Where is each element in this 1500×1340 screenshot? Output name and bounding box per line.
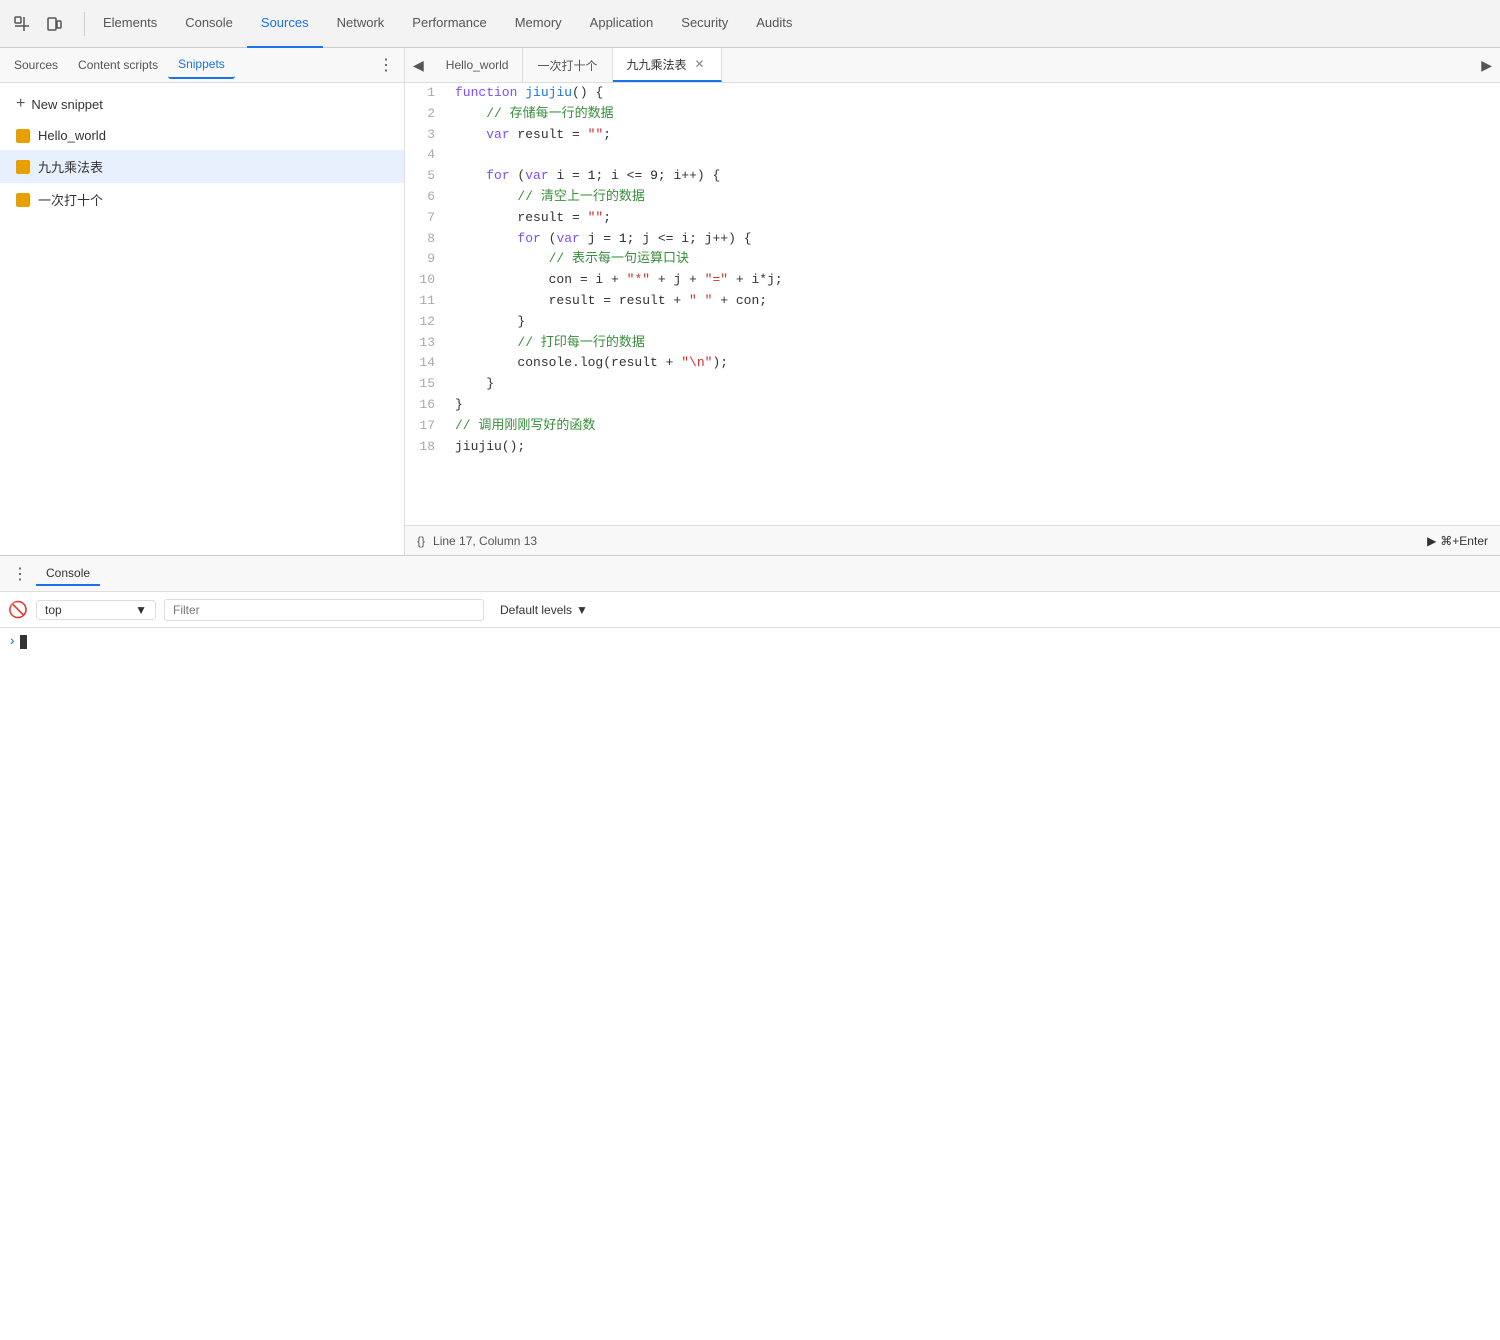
tab-console[interactable]: Console xyxy=(171,0,247,48)
table-row: 5 for (var i = 1; i <= 9; i++) { xyxy=(405,166,1500,187)
left-tab-sources[interactable]: Sources xyxy=(4,52,68,78)
new-snippet-plus-icon: + xyxy=(16,95,25,113)
console-more-button[interactable]: ⋮ xyxy=(8,562,32,586)
snippet-list: + New snippet Hello_world 九九乘法表 一次打十个 xyxy=(0,83,404,555)
editor-tab-close-button[interactable]: ✕ xyxy=(693,57,707,71)
tab-security[interactable]: Security xyxy=(667,0,742,48)
console-clear-button[interactable]: 🚫 xyxy=(8,600,28,620)
code-editor-content[interactable]: 1 function jiujiu() { 2 // 存储每一行的数据 3 va… xyxy=(405,83,1500,525)
console-prompt-line: › xyxy=(8,634,1492,650)
table-row: 7 result = ""; xyxy=(405,208,1500,229)
toolbar-icon-group xyxy=(8,10,68,38)
editor-tab-hello-world[interactable]: Hello_world xyxy=(432,48,524,82)
snippet-item-yici[interactable]: 一次打十个 xyxy=(0,183,404,216)
toolbar-divider xyxy=(84,12,85,36)
tab-performance[interactable]: Performance xyxy=(398,0,500,48)
table-row: 10 con = i + "*" + j + "=" + i*j; xyxy=(405,270,1500,291)
snippet-name: Hello_world xyxy=(38,128,106,143)
console-context-select[interactable]: top ▼ xyxy=(36,600,156,620)
editor-tab-jiujiu[interactable]: 九九乘法表 ✕ xyxy=(613,48,722,82)
run-shortcut: ⌘+Enter xyxy=(1440,534,1488,548)
console-level-value: Default levels xyxy=(500,603,572,617)
table-row: 17 // 调用刚刚写好的函数 xyxy=(405,416,1500,437)
tab-network[interactable]: Network xyxy=(323,0,399,48)
table-row: 1 function jiujiu() { xyxy=(405,83,1500,104)
new-snippet-button[interactable]: + New snippet xyxy=(0,87,404,121)
devtools-main: Sources Content scripts Snippets ⋮ + New… xyxy=(0,48,1500,555)
console-toolbar: 🚫 top ▼ Default levels ▼ xyxy=(0,592,1500,628)
console-tab-label[interactable]: Console xyxy=(36,562,100,586)
snippet-item-jiujiu[interactable]: 九九乘法表 xyxy=(0,150,404,183)
table-row: 16 } xyxy=(405,395,1500,416)
console-context-value: top xyxy=(45,603,62,617)
left-panel: Sources Content scripts Snippets ⋮ + New… xyxy=(0,48,405,555)
tab-application[interactable]: Application xyxy=(576,0,668,48)
table-row: 11 result = result + " " + con; xyxy=(405,291,1500,312)
editor-tab-label: 九九乘法表 xyxy=(627,56,687,73)
console-cursor xyxy=(20,635,27,649)
left-tab-snippets[interactable]: Snippets xyxy=(168,51,235,79)
console-prompt-arrow: › xyxy=(8,634,16,650)
table-row: 3 var result = ""; xyxy=(405,125,1500,146)
inspect-element-button[interactable] xyxy=(8,10,36,38)
snippet-name: 九九乘法表 xyxy=(38,157,103,176)
cursor-position: Line 17, Column 13 xyxy=(433,534,537,548)
run-snippet-button[interactable]: ▶ ⌘+Enter xyxy=(1427,534,1488,548)
new-snippet-label: New snippet xyxy=(31,97,103,112)
table-row: 13 // 打印每一行的数据 xyxy=(405,333,1500,354)
left-tab-content-scripts[interactable]: Content scripts xyxy=(68,52,168,78)
table-row: 6 // 清空上一行的数据 xyxy=(405,187,1500,208)
status-left: {} Line 17, Column 13 xyxy=(417,534,537,548)
tab-sources[interactable]: Sources xyxy=(247,0,323,48)
code-editor-panel: ◀ Hello_world 一次打十个 九九乘法表 ✕ ▶ 1 function… xyxy=(405,48,1500,555)
snippet-name: 一次打十个 xyxy=(38,190,103,209)
editor-tab-left-arrow[interactable]: ◀ xyxy=(405,53,432,78)
format-icon[interactable]: {} xyxy=(417,534,425,548)
tab-audits[interactable]: Audits xyxy=(742,0,806,48)
console-header: ⋮ Console xyxy=(0,556,1500,592)
snippet-file-icon xyxy=(16,129,30,143)
editor-tab-label: Hello_world xyxy=(446,58,509,72)
console-panel: ⋮ Console 🚫 top ▼ Default levels ▼ › xyxy=(0,555,1500,1340)
snippet-file-icon xyxy=(16,160,30,174)
console-filter-input[interactable] xyxy=(164,599,484,621)
console-body[interactable]: › xyxy=(0,628,1500,1340)
table-row: 15 } xyxy=(405,374,1500,395)
run-icon: ▶ xyxy=(1427,534,1436,548)
table-row: 8 for (var j = 1; j <= i; j++) { xyxy=(405,229,1500,250)
table-row: 4 xyxy=(405,145,1500,166)
devtools-toolbar: Elements Console Sources Network Perform… xyxy=(0,0,1500,48)
table-row: 14 console.log(result + "\n"); xyxy=(405,353,1500,374)
table-row: 12 } xyxy=(405,312,1500,333)
tab-memory[interactable]: Memory xyxy=(501,0,576,48)
left-panel-tabs: Sources Content scripts Snippets ⋮ xyxy=(0,48,404,83)
table-row: 2 // 存储每一行的数据 xyxy=(405,104,1500,125)
editor-tab-label: 一次打十个 xyxy=(537,57,597,74)
device-toggle-button[interactable] xyxy=(40,10,68,38)
editor-tab-yici[interactable]: 一次打十个 xyxy=(523,48,612,82)
code-table: 1 function jiujiu() { 2 // 存储每一行的数据 3 va… xyxy=(405,83,1500,457)
chevron-down-icon: ▼ xyxy=(135,603,147,617)
main-tab-nav: Elements Console Sources Network Perform… xyxy=(89,0,1492,48)
left-panel-more-button[interactable]: ⋮ xyxy=(372,51,400,79)
console-level-select[interactable]: Default levels ▼ xyxy=(492,601,596,619)
tab-elements[interactable]: Elements xyxy=(89,0,171,48)
table-row: 9 // 表示每一句运算口诀 xyxy=(405,249,1500,270)
chevron-down-icon: ▼ xyxy=(576,603,588,617)
snippet-file-icon xyxy=(16,193,30,207)
table-row: 18 jiujiu(); xyxy=(405,437,1500,458)
editor-run-button[interactable]: ▶ xyxy=(1473,53,1500,78)
editor-status-bar: {} Line 17, Column 13 ▶ ⌘+Enter xyxy=(405,525,1500,555)
snippet-item-hello-world[interactable]: Hello_world xyxy=(0,121,404,150)
editor-tabs: ◀ Hello_world 一次打十个 九九乘法表 ✕ ▶ xyxy=(405,48,1500,83)
